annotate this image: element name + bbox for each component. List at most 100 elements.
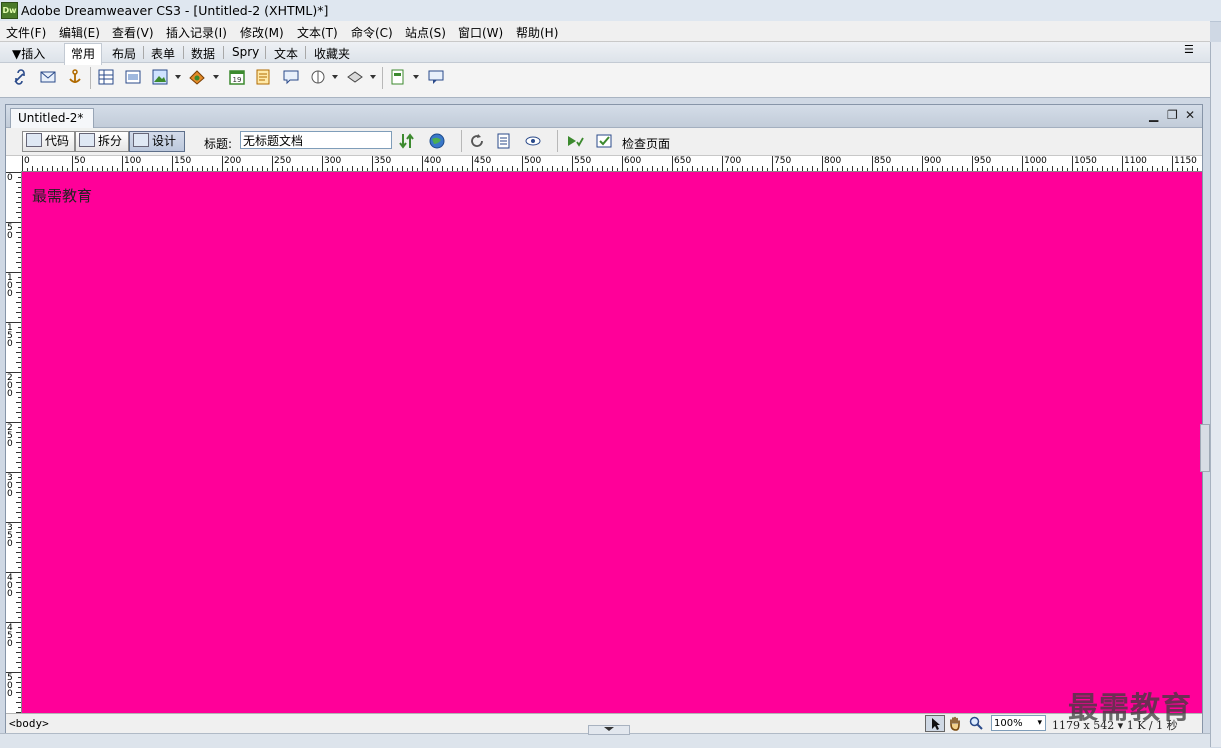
ruler-tick bbox=[947, 168, 948, 171]
ruler-tick bbox=[337, 168, 338, 171]
tab-data[interactable]: 数据 bbox=[191, 45, 215, 62]
ruler-tick bbox=[667, 168, 668, 171]
tag-chooser-icon[interactable] bbox=[427, 68, 445, 86]
hand-tool-icon[interactable] bbox=[947, 715, 963, 731]
ruler-tick bbox=[16, 462, 21, 463]
browser-compat-icon[interactable] bbox=[595, 132, 613, 150]
panel-options-icon[interactable]: ☰ bbox=[1184, 43, 1194, 56]
menu-help[interactable]: 帮助(H) bbox=[516, 24, 558, 41]
ruler-tick bbox=[16, 562, 21, 563]
ruler-tick bbox=[662, 166, 663, 171]
canvas-body-text[interactable]: 最需教育 bbox=[32, 185, 92, 206]
ruler-tick bbox=[18, 587, 21, 588]
templates-icon[interactable] bbox=[389, 68, 407, 86]
ruler-tick bbox=[587, 168, 588, 171]
ruler-tick bbox=[18, 677, 21, 678]
ruler-tick bbox=[237, 168, 238, 171]
minimize-icon[interactable]: ▁ bbox=[1149, 108, 1158, 122]
close-icon[interactable]: ✕ bbox=[1185, 108, 1195, 122]
insert-panel-toggle[interactable]: ▼插入 bbox=[12, 45, 45, 62]
tab-common[interactable]: 常用 bbox=[64, 43, 103, 65]
head-dropdown-icon[interactable] bbox=[332, 75, 338, 79]
title-input[interactable] bbox=[240, 131, 392, 149]
media-dropdown-icon[interactable] bbox=[213, 75, 219, 79]
design-view-button[interactable]: 设计 bbox=[129, 131, 185, 152]
ruler-tick bbox=[1102, 166, 1103, 171]
ruler-tick bbox=[1192, 166, 1193, 171]
document-tab[interactable]: Untitled-2* bbox=[10, 108, 95, 128]
tab-favorites[interactable]: 收藏夹 bbox=[314, 45, 350, 62]
tab-spry[interactable]: Spry bbox=[232, 45, 259, 59]
menu-file[interactable]: 文件(F) bbox=[6, 24, 46, 41]
date-icon[interactable]: 19 bbox=[228, 68, 246, 86]
watermark-text: 最需教育 bbox=[1068, 691, 1192, 726]
panel-expand-handle[interactable] bbox=[588, 725, 630, 735]
image-icon[interactable] bbox=[151, 68, 169, 86]
check-page-label[interactable]: 检查页面 bbox=[622, 135, 670, 152]
ruler-origin[interactable] bbox=[6, 156, 22, 172]
validate-markup-icon[interactable] bbox=[566, 132, 584, 150]
tab-layout[interactable]: 布局 bbox=[112, 45, 136, 62]
zoom-tool-icon[interactable] bbox=[968, 715, 984, 731]
ruler-tick bbox=[232, 166, 233, 171]
ruler-label: 850 bbox=[874, 156, 892, 166]
ruler-tick bbox=[987, 168, 988, 171]
visual-aids-icon[interactable] bbox=[524, 132, 542, 150]
code-view-button[interactable]: 代码 bbox=[22, 131, 75, 152]
zoom-select[interactable]: 100% ▾ bbox=[991, 715, 1046, 731]
menu-command[interactable]: 命令(C) bbox=[351, 24, 393, 41]
ruler-tick bbox=[357, 168, 358, 171]
menu-edit[interactable]: 编辑(E) bbox=[59, 24, 100, 41]
ruler-label: 200 bbox=[224, 156, 242, 166]
menu-modify[interactable]: 修改(M) bbox=[240, 24, 284, 41]
ruler-tick bbox=[18, 357, 21, 358]
ruler-tick bbox=[192, 166, 193, 171]
div-icon[interactable] bbox=[124, 68, 142, 86]
file-management-icon[interactable] bbox=[398, 132, 416, 150]
script-dropdown-icon[interactable] bbox=[370, 75, 376, 79]
comment-icon[interactable] bbox=[282, 68, 300, 86]
ruler-tick bbox=[1022, 156, 1023, 171]
ruler-tick bbox=[1167, 168, 1168, 171]
table-icon[interactable] bbox=[97, 68, 115, 86]
ruler-tick bbox=[16, 352, 21, 353]
tab-forms[interactable]: 表单 bbox=[151, 45, 175, 62]
split-view-button[interactable]: 拆分 bbox=[75, 131, 129, 152]
ruler-tick bbox=[16, 502, 21, 503]
named-anchor-icon[interactable] bbox=[66, 68, 84, 86]
ruler-tick bbox=[16, 252, 21, 253]
templates-dropdown-icon[interactable] bbox=[413, 75, 419, 79]
menu-text[interactable]: 文本(T) bbox=[297, 24, 338, 41]
design-canvas[interactable]: 最需教育 bbox=[22, 172, 1202, 713]
view-options-icon[interactable] bbox=[495, 132, 513, 150]
menu-insert[interactable]: 插入记录(I) bbox=[166, 24, 227, 41]
preview-browser-icon[interactable] bbox=[428, 132, 446, 150]
ruler-label: 450 bbox=[474, 156, 492, 166]
panel-collapse-handle[interactable] bbox=[1200, 424, 1210, 472]
ruler-tick bbox=[18, 327, 21, 328]
ruler-tick bbox=[622, 156, 623, 171]
tag-selector-body[interactable]: <body> bbox=[9, 717, 49, 730]
ruler-tick bbox=[472, 156, 473, 171]
ruler-label: 3 5 0 bbox=[7, 523, 13, 549]
image-dropdown-icon[interactable] bbox=[175, 75, 181, 79]
toolbar-separator bbox=[461, 130, 462, 152]
ruler-tick bbox=[772, 156, 773, 171]
tab-text[interactable]: 文本 bbox=[274, 45, 298, 62]
right-panel-group[interactable] bbox=[1210, 42, 1221, 747]
email-link-icon[interactable] bbox=[39, 68, 57, 86]
menu-view[interactable]: 查看(V) bbox=[112, 24, 154, 41]
restore-icon[interactable]: ❐ bbox=[1167, 108, 1178, 122]
head-icon[interactable] bbox=[309, 68, 327, 86]
ruler-tick bbox=[18, 557, 21, 558]
media-icon[interactable] bbox=[188, 68, 206, 86]
select-tool-icon[interactable] bbox=[925, 715, 945, 732]
ruler-tick bbox=[327, 168, 328, 171]
server-include-icon[interactable] bbox=[254, 68, 272, 86]
refresh-icon[interactable] bbox=[468, 132, 486, 150]
script-icon[interactable] bbox=[346, 68, 364, 86]
menu-site[interactable]: 站点(S) bbox=[405, 24, 446, 41]
hyperlink-icon[interactable] bbox=[11, 68, 29, 86]
properties-panel-header[interactable] bbox=[0, 725, 1210, 748]
menu-window[interactable]: 窗口(W) bbox=[458, 24, 503, 41]
